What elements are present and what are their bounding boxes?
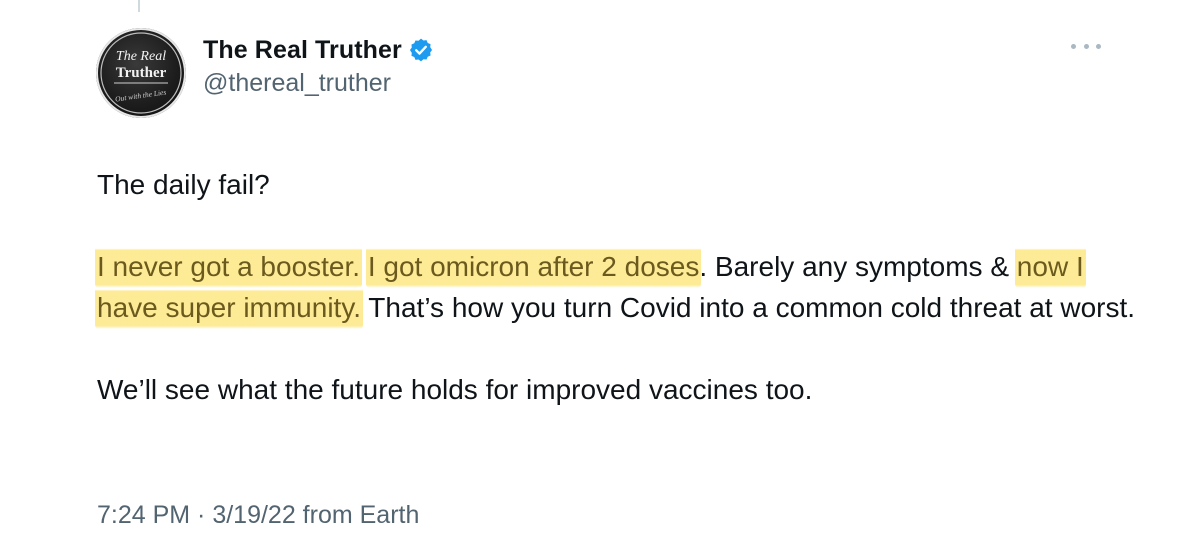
avatar-logo-line-2: Truther (116, 65, 167, 81)
author-name-row: The Real Truther (203, 33, 434, 67)
author-handle[interactable]: @thereal_truther (203, 69, 434, 98)
avatar-logo: The Real Truther Out with the Lies (100, 32, 182, 114)
tweet-timestamp[interactable]: 7:24 PM · 3/19/22 from Earth (97, 501, 419, 530)
highlight-segment-2: I got omicron after 2 doses (365, 245, 702, 288)
highlight-segment-1: I never got a booster. (95, 245, 363, 288)
avatar-tagline: Out with the Lies (115, 87, 167, 103)
tweet-line-1: The daily fail? (97, 169, 270, 200)
avatar[interactable]: The Real Truther Out with the Lies (96, 28, 186, 118)
thread-connector-line (138, 0, 140, 12)
verified-badge-icon (408, 37, 434, 63)
text-segment-2: That’s how you turn Covid into a common … (361, 292, 1136, 323)
tweet-line-3: We’ll see what the future holds for impr… (97, 374, 813, 405)
avatar-logo-line-1: The Real (116, 49, 166, 64)
tweet-text: The daily fail? I never got a booster. I… (95, 164, 1147, 410)
more-horizontal-icon[interactable] (1071, 38, 1101, 54)
tweet-paragraph-2: I never got a booster. I got omicron aft… (95, 245, 1147, 329)
text-segment-1: . Barely any symptoms & (699, 251, 1017, 282)
tweet-author: The Real Truther @thereal_truther (203, 33, 434, 98)
author-display-name[interactable]: The Real Truther (203, 36, 402, 65)
